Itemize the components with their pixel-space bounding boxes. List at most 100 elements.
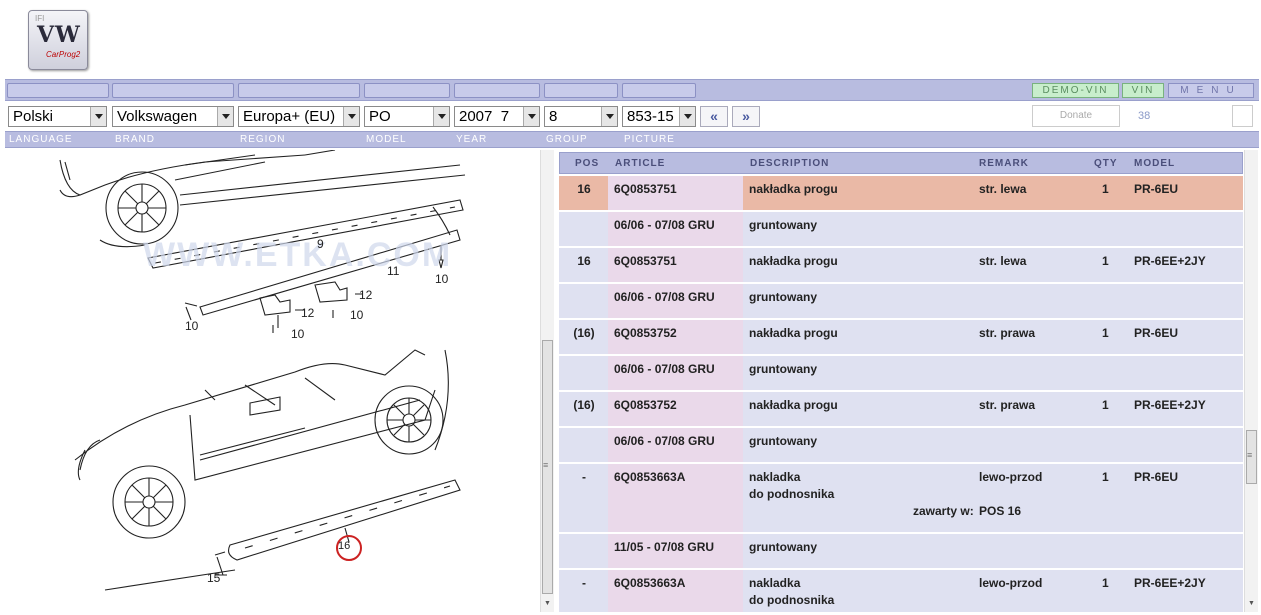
description-cell: gruntowany bbox=[749, 540, 817, 554]
description-cell-line2: do podnosnika bbox=[749, 487, 835, 501]
description-cell: nakładka progu bbox=[749, 182, 838, 196]
region-select[interactable]: Europa+ (EU) bbox=[238, 106, 360, 127]
model-cell: PR-6EE+2JY bbox=[1134, 254, 1206, 268]
brand-slot bbox=[112, 83, 234, 98]
callout-10-c: 10 bbox=[185, 319, 199, 333]
callout-11: 11 bbox=[387, 264, 400, 278]
article-cell: 6Q0853751 bbox=[614, 182, 677, 196]
region-label: REGION bbox=[240, 134, 286, 145]
menu-button[interactable]: MENU bbox=[1168, 83, 1254, 98]
vin-button[interactable]: VIN bbox=[1122, 83, 1164, 98]
demo-vin-button[interactable]: DEMO-VIN bbox=[1032, 83, 1119, 98]
chevron-down-icon bbox=[217, 107, 233, 126]
qty-cell: 1 bbox=[1102, 254, 1109, 268]
article-cell: 6Q0853663A bbox=[614, 470, 686, 484]
table-row[interactable]: (16) 6Q0853752 nakładka progu str. prawa 1 PR… bbox=[559, 320, 1243, 356]
picture-label: PICTURE bbox=[624, 134, 675, 145]
pos-cell: - bbox=[582, 470, 586, 484]
description-cell: gruntowany bbox=[749, 434, 817, 448]
pos-cell: 16 bbox=[577, 182, 591, 196]
qty-cell: 1 bbox=[1102, 326, 1109, 340]
model-cell: PR-6EU bbox=[1134, 470, 1179, 484]
table-row[interactable]: 06/06 - 07/08 GRU gruntowany bbox=[559, 212, 1243, 248]
group-label: GROUP bbox=[546, 134, 588, 145]
chevron-down-icon bbox=[90, 107, 106, 126]
callout-9: 9 bbox=[317, 237, 324, 251]
grip-icon: ≡ bbox=[1247, 450, 1253, 460]
header-model: MODEL bbox=[1134, 158, 1176, 169]
pos-cell: 16 bbox=[577, 254, 591, 268]
model-label: MODEL bbox=[366, 134, 407, 145]
chevron-down-icon bbox=[343, 107, 359, 126]
illustration-scrollbar[interactable]: ≡ ▼ bbox=[540, 150, 554, 612]
watermark-text: WWW.ETKA.COM bbox=[143, 236, 453, 274]
year-value: 2007 7 bbox=[459, 108, 510, 125]
article-cell: 06/06 - 07/08 GRU bbox=[614, 434, 715, 448]
table-row[interactable]: 11/05 - 07/08 GRU gruntowany bbox=[559, 534, 1243, 570]
language-slot bbox=[7, 83, 109, 98]
model-cell: PR-6EE+2JY bbox=[1134, 576, 1206, 590]
remark-cell: str. prawa bbox=[979, 398, 1036, 412]
header-pos: POS bbox=[575, 158, 600, 169]
model-slot bbox=[364, 83, 450, 98]
pos-cell: (16) bbox=[573, 398, 595, 412]
picture-select[interactable]: 853-15 bbox=[622, 106, 696, 127]
remark-cell: lewo-przod bbox=[979, 576, 1043, 590]
table-scrollbar[interactable]: ≡ ▼ bbox=[1244, 150, 1258, 612]
chevron-down-icon bbox=[601, 107, 617, 126]
header-qty: QTY bbox=[1094, 158, 1118, 169]
callout-12-b: 12 bbox=[301, 306, 315, 320]
blank-box bbox=[1232, 105, 1253, 127]
logo-vw-text: VW bbox=[37, 22, 81, 48]
article-cell: 06/06 - 07/08 GRU bbox=[614, 290, 715, 304]
label-bar: LANGUAGE BRAND REGION MODEL YEAR GROUP P… bbox=[5, 131, 1259, 148]
parts-illustration[interactable]: WWW.ETKA.COM 9 11 10 12 12 10 10 10 16 1… bbox=[5, 150, 538, 610]
table-row[interactable]: 06/06 - 07/08 GRU gruntowany bbox=[559, 284, 1243, 320]
chevron-down-icon bbox=[433, 107, 449, 126]
top-toolbar: DEMO-VIN VIN MENU bbox=[5, 79, 1259, 101]
contained-in-value[interactable]: POS 16 bbox=[979, 504, 1021, 518]
car-sill-drawing bbox=[59, 150, 466, 591]
article-cell: 11/05 - 07/08 GRU bbox=[614, 540, 715, 554]
qty-cell: 1 bbox=[1102, 470, 1109, 484]
description-cell: gruntowany bbox=[749, 290, 817, 304]
group-select[interactable]: 8 bbox=[544, 106, 618, 127]
scroll-down-icon[interactable]: ▼ bbox=[544, 600, 551, 607]
table-row[interactable]: 06/06 - 07/08 GRU gruntowany bbox=[559, 356, 1243, 392]
contained-in-label: zawarty w: bbox=[913, 504, 974, 518]
callout-12-a: 12 bbox=[359, 288, 373, 302]
header-remark: REMARK bbox=[979, 158, 1029, 169]
language-label: LANGUAGE bbox=[9, 134, 73, 145]
article-cell: 6Q0853663A bbox=[614, 576, 686, 590]
table-row[interactable]: 16 6Q0853751 nakładka progu str. lewa 1 PR-6E… bbox=[559, 248, 1243, 284]
model-select[interactable]: PO bbox=[364, 106, 450, 127]
callout-10-d: 10 bbox=[291, 327, 305, 341]
description-cell: nakladka bbox=[749, 470, 801, 484]
model-cell: PR-6EU bbox=[1134, 182, 1179, 196]
callout-15: 15 bbox=[207, 571, 221, 585]
donate-button[interactable]: Donate bbox=[1032, 105, 1120, 127]
table-row[interactable]: 16 6Q0853751 nakładka progu str. lewa 1 PR-6E… bbox=[559, 176, 1243, 212]
remark-cell: lewo-przod bbox=[979, 470, 1043, 484]
chevron-down-icon bbox=[523, 107, 539, 126]
language-select[interactable]: Polski bbox=[8, 106, 107, 127]
table-row[interactable]: (16) 6Q0853752 nakładka progu str. prawa 1 PR… bbox=[559, 392, 1243, 428]
prev-picture-button[interactable]: « bbox=[700, 106, 728, 127]
visitor-count: 38 bbox=[1138, 110, 1151, 122]
scroll-down-icon[interactable]: ▼ bbox=[1248, 600, 1255, 607]
region-slot bbox=[238, 83, 360, 98]
pos-cell: - bbox=[582, 576, 586, 590]
header-article: ARTICLE bbox=[615, 158, 666, 169]
table-row[interactable]: 06/06 - 07/08 GRU gruntowany bbox=[559, 428, 1243, 464]
brand-value: Volkswagen bbox=[117, 108, 198, 125]
group-slot bbox=[544, 83, 618, 98]
table-row[interactable]: - 6Q0853663A nakladka lewo-przod 1 PR-6EU do p… bbox=[559, 464, 1243, 534]
brand-select[interactable]: Volkswagen bbox=[112, 106, 234, 127]
description-cell: gruntowany bbox=[749, 218, 817, 232]
description-cell: gruntowany bbox=[749, 362, 817, 376]
table-row[interactable]: - 6Q0853663A nakladka lewo-przod 1 PR-6EE+2JY… bbox=[559, 570, 1243, 612]
selector-bar: Polski Volkswagen Europa+ (EU) PO 2007 7… bbox=[5, 102, 1259, 130]
year-select[interactable]: 2007 7 bbox=[454, 106, 540, 127]
next-picture-button[interactable]: » bbox=[732, 106, 760, 127]
callout-10-a: 10 bbox=[435, 272, 449, 286]
